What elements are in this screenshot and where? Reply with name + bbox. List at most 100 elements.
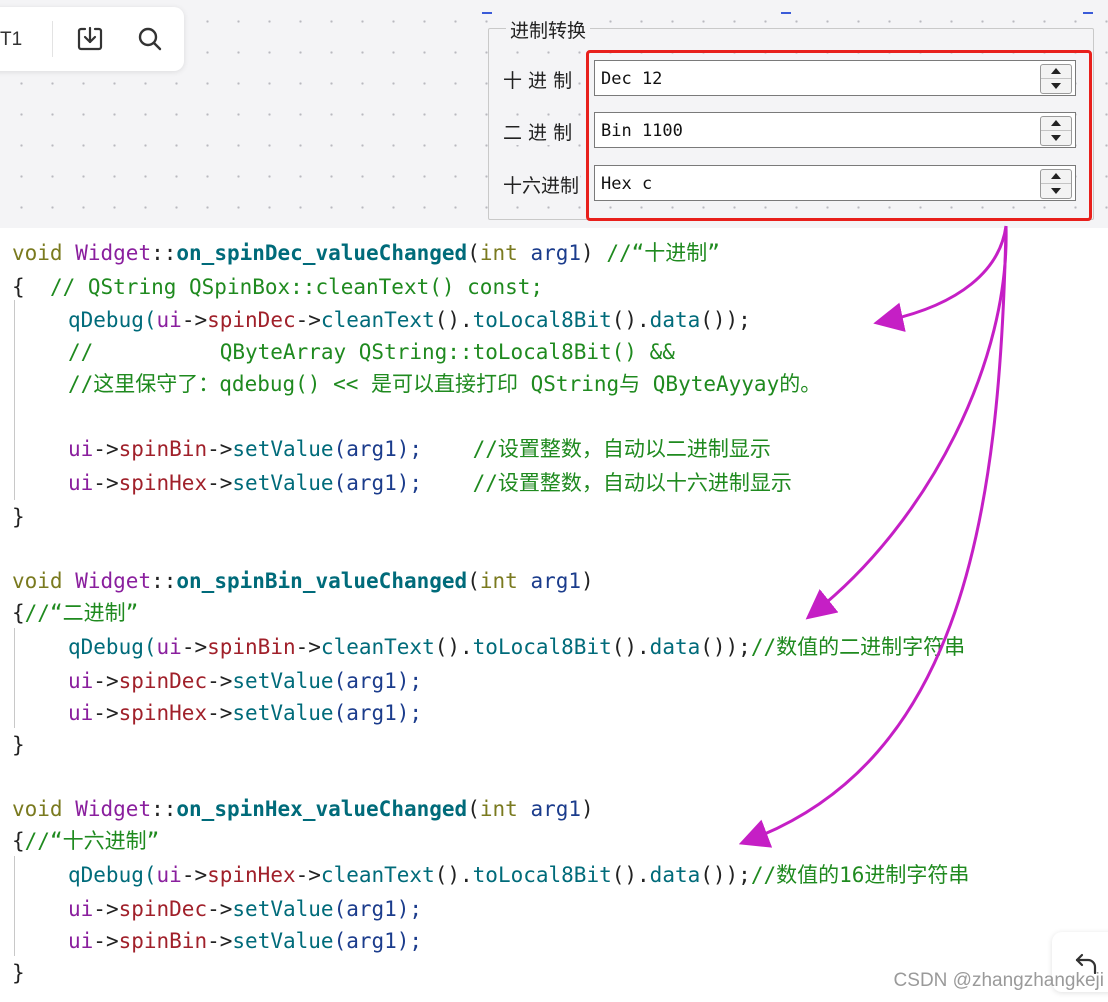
toolbar-divider [52, 21, 53, 57]
code-line: // QByteArray QString::toLocal8Bit() && [68, 340, 675, 364]
class-name: Widget [75, 241, 152, 265]
code-line: } [12, 505, 25, 529]
method: cleanText [320, 308, 435, 332]
arrow-op: -> [93, 929, 119, 953]
member: spinHex [118, 701, 208, 725]
code-line: ui->spinBin->setValue(arg1); [68, 926, 422, 956]
function-name: on_spinBin_valueChanged [176, 569, 468, 593]
punct: (). [611, 863, 650, 887]
arg: arg1 [530, 797, 582, 821]
code-line: {//“十六进制” [12, 826, 159, 856]
code-line: qDebug(ui->spinBin->cleanText().toLocal8… [68, 632, 965, 662]
type: int [479, 569, 518, 593]
punct: ()); [700, 308, 751, 332]
member: spinDec [118, 669, 208, 693]
arrow-op: -> [93, 701, 119, 725]
highlight-box [586, 50, 1092, 221]
ui-ptr: ui [68, 929, 94, 953]
member: spinDec [207, 308, 296, 332]
punct: (). [434, 863, 473, 887]
call: qDebug( [68, 635, 157, 659]
method: data [649, 308, 701, 332]
arrow-op: -> [93, 669, 119, 693]
paren: ) [581, 797, 594, 821]
code-line: ui->spinHex->setValue(arg1); //设置整数，自动以十… [68, 468, 792, 498]
arrow-op: -> [207, 669, 233, 693]
search-icon[interactable] [136, 25, 164, 53]
method: toLocal8Bit [472, 635, 612, 659]
scope-op: :: [151, 797, 177, 821]
class-name: Widget [75, 569, 152, 593]
method: setValue [232, 471, 334, 495]
code-line: ui->spinBin->setValue(arg1); //设置整数，自动以二… [68, 434, 771, 464]
punct: ()); [700, 863, 751, 887]
arrow-op: -> [181, 863, 208, 887]
arrow-op: -> [207, 701, 233, 725]
brace: { [12, 601, 25, 625]
arrow-to-spindec [873, 225, 1008, 332]
indent-guide [14, 300, 15, 500]
code-line: qDebug(ui->spinDec->cleanText().toLocal8… [68, 305, 751, 335]
arrow-op: -> [181, 308, 208, 332]
class-name: Widget [75, 797, 152, 821]
scope-op: :: [151, 241, 177, 265]
label-decimal: 十 进 制 [502, 66, 574, 93]
function-name: on_spinHex_valueChanged [176, 797, 468, 821]
arrow-op: -> [295, 308, 321, 332]
punct: (). [434, 308, 473, 332]
group-box-title: 进制转换 [506, 16, 591, 43]
code-line: } [12, 733, 25, 757]
type: int [479, 797, 518, 821]
code-line: void Widget::on_spinDec_valueChanged(int… [12, 238, 720, 268]
arrow-op: -> [93, 897, 119, 921]
code-line: //这里保守了：qdebug() << 是可以直接打印 QString与 QBy… [68, 372, 822, 396]
indent-guide [14, 628, 15, 728]
comment: //设置整数，自动以十六进制显示 [422, 471, 792, 495]
method: setValue [232, 437, 334, 461]
function-name: on_spinDec_valueChanged [176, 241, 468, 265]
arg: arg1 [530, 569, 582, 593]
selection-handle[interactable] [781, 12, 791, 14]
code-line: ui->spinHex->setValue(arg1); [68, 698, 422, 728]
arrow-op: -> [93, 471, 119, 495]
method: setValue [232, 929, 334, 953]
ui-ptr: ui [156, 635, 182, 659]
paren: ) [581, 241, 607, 265]
comment: //设置整数，自动以二进制显示 [422, 437, 771, 461]
method: data [649, 635, 701, 659]
arrow-op: -> [93, 437, 119, 461]
keyword: void [12, 797, 63, 821]
method: cleanText [320, 863, 435, 887]
arrow-op: -> [207, 471, 233, 495]
member: spinBin [118, 437, 208, 461]
arg: (arg1); [333, 471, 423, 495]
selection-handle[interactable] [1083, 12, 1093, 14]
arg: (arg1); [333, 897, 423, 921]
keyword: void [12, 569, 63, 593]
method: data [649, 863, 701, 887]
comment: //“十进制” [606, 241, 720, 265]
punct: (). [611, 308, 650, 332]
ui-ptr: ui [68, 471, 94, 495]
tab-label[interactable]: T1 [0, 29, 22, 51]
code-line: { // QString QSpinBox::cleanText() const… [12, 272, 543, 302]
code-line: void Widget::on_spinHex_valueChanged(int… [12, 794, 594, 824]
brace: { [12, 275, 25, 299]
member: spinHex [207, 863, 296, 887]
arg: (arg1); [333, 929, 423, 953]
download-icon[interactable] [76, 25, 104, 53]
code-line: qDebug(ui->spinHex->cleanText().toLocal8… [68, 860, 969, 890]
paren: ( [467, 569, 480, 593]
arg: (arg1); [333, 669, 423, 693]
punct: (). [611, 635, 650, 659]
label-binary: 二 进 制 [502, 118, 574, 145]
code-line: } [12, 961, 25, 985]
selection-handle[interactable] [482, 12, 492, 14]
arg: arg1 [530, 241, 582, 265]
floating-toolbar: T1 [0, 7, 184, 71]
comment: //数值的二进制字符串 [750, 635, 966, 659]
member: spinBin [207, 635, 296, 659]
code-line: ui->spinDec->setValue(arg1); [68, 894, 422, 924]
call: qDebug( [68, 308, 157, 332]
method: setValue [232, 701, 334, 725]
